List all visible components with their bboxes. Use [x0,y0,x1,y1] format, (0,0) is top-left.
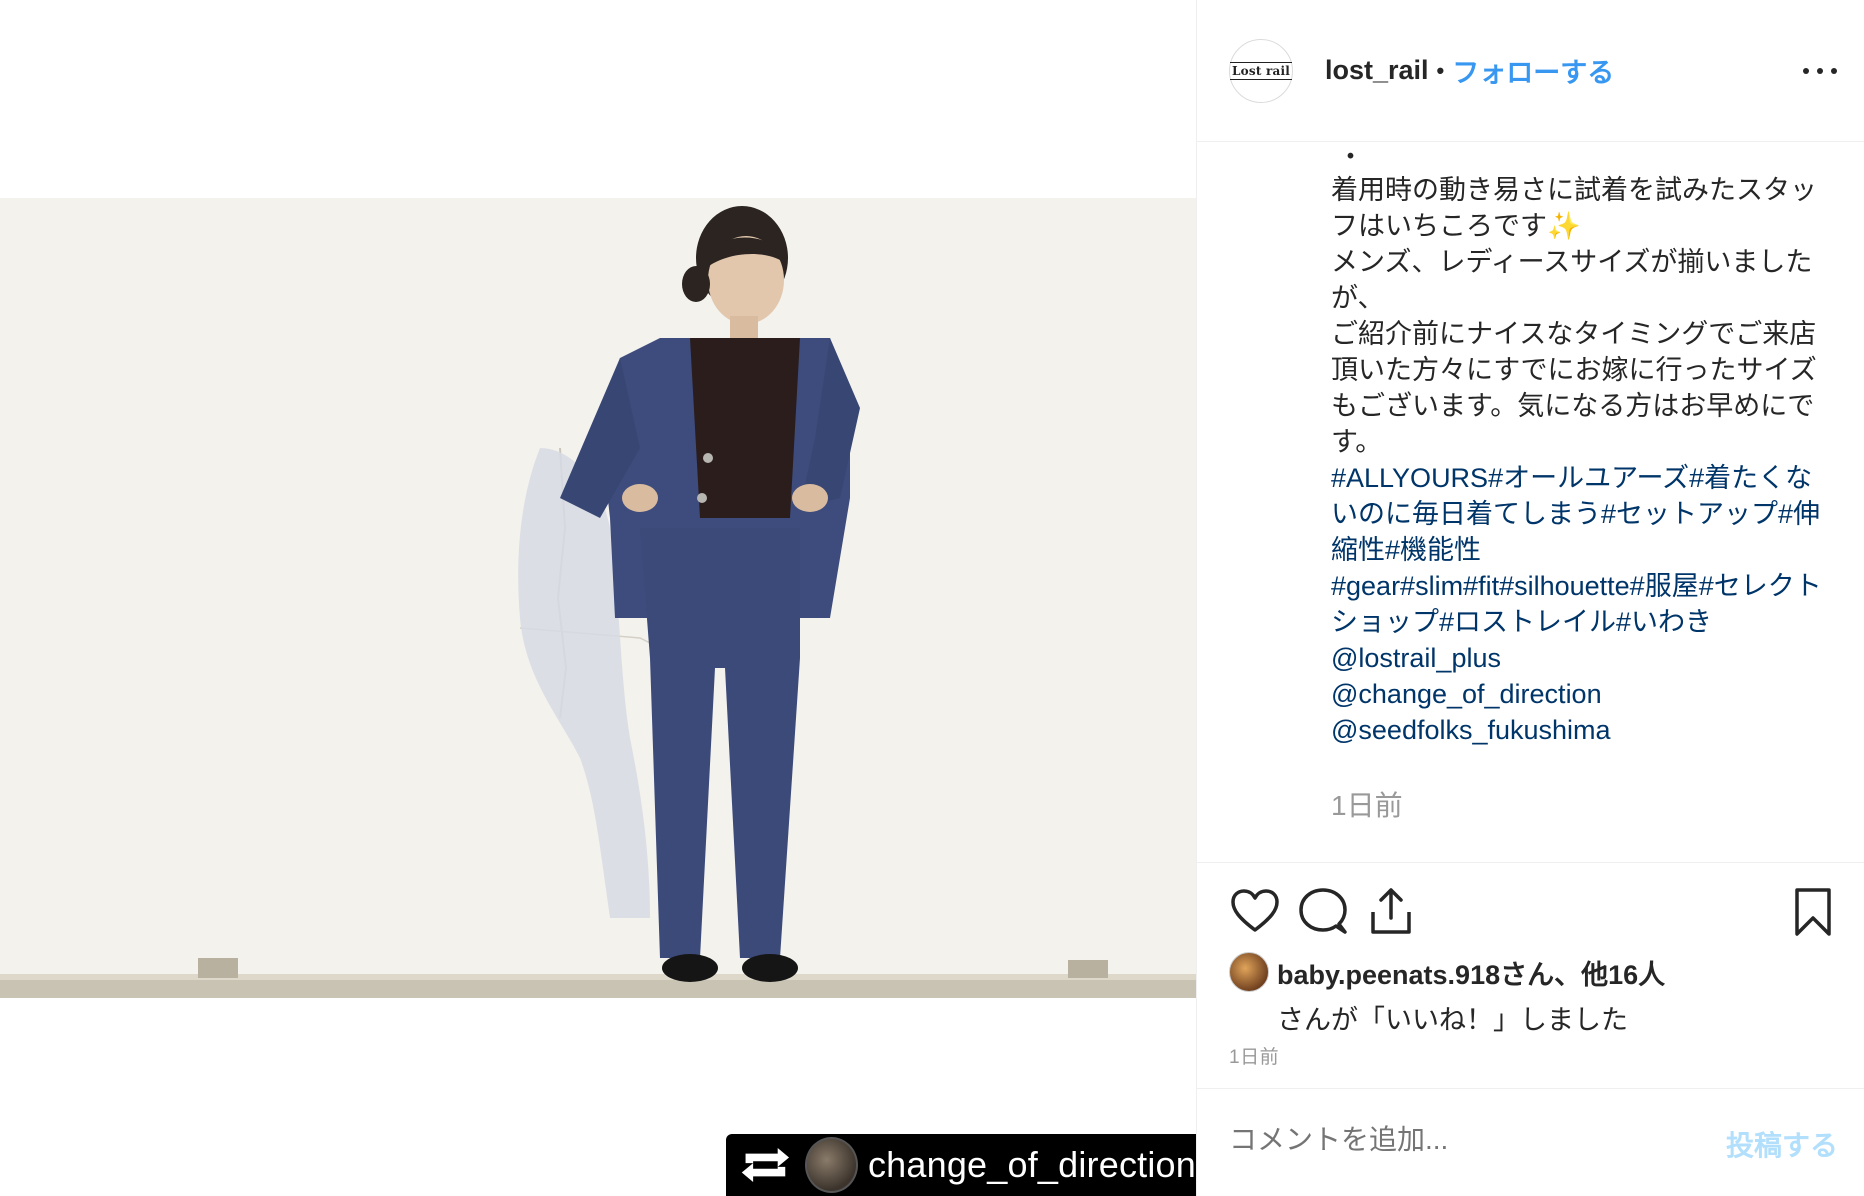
divider [1197,1088,1864,1089]
author-username[interactable]: lost_rail [1325,55,1429,86]
mention-link[interactable]: @lostrail_plus [1331,640,1831,676]
mention-link[interactable]: @change_of_direction [1331,676,1831,712]
more-options-icon[interactable] [1803,56,1837,86]
comment-icon[interactable] [1297,886,1349,938]
post-comment-button[interactable]: 投稿する [1726,1124,1838,1164]
author-avatar-logo: Lost rail [1230,61,1292,80]
follow-button[interactable]: フォローする [1452,51,1614,90]
heart-icon[interactable] [1229,886,1281,938]
likes-count-link[interactable]: baby.peenats.918さん、他16人 [1277,953,1665,992]
post-side-panel: Lost rail lost_rail • フォローする ・ 着用時の動き易さに… [1196,0,1864,1196]
liker-avatar[interactable] [1229,952,1269,992]
author-avatar[interactable]: Lost rail [1229,38,1293,103]
post-header: Lost rail lost_rail • フォローする [1197,0,1864,142]
caption-hashtags[interactable]: #ALLYOURS#オールユアーズ#着たくないのに毎日着てしまう#セットアップ#… [1331,460,1831,568]
caption-hashtags[interactable]: #gear#slim#fit#silhouette#服屋#セレクトショップ#ロス… [1331,568,1831,640]
header-separator: • [1436,57,1445,83]
share-icon[interactable] [1365,886,1417,938]
caption-timestamp: 1日前 [1331,790,1403,821]
post-photo[interactable] [0,198,1196,998]
caption-mentions: @lostrail_plus @change_of_direction @see… [1331,640,1831,748]
mention-link[interactable]: @seedfolks_fukushima [1331,712,1831,748]
caption-body: 着用時の動き易さに試着を試みたスタッフはいちころです✨ メンズ、レディースサイズ… [1331,175,1817,457]
comment-input[interactable] [1229,1124,1669,1156]
caption-bullet: ・ [1337,142,1364,172]
action-bar [1229,886,1839,938]
likes-text: さんが「いいね！」しました [1277,1005,1628,1035]
repost-avatar [804,1137,858,1193]
post-caption: ・ 着用時の動き易さに試着を試みたスタッフはいちころです✨ メンズ、レディースサ… [1331,142,1831,862]
likes-summary: baby.peenats.918さん、他16人 さんが「いいね！」しました [1229,952,1839,1037]
repost-icon [741,1147,790,1183]
bookmark-icon[interactable] [1787,886,1839,938]
repost-username: change_of_direction [867,1144,1196,1185]
repost-attribution[interactable]: change_of_direction [726,1134,1196,1196]
post-timestamp: 1日前 [1229,1047,1280,1068]
divider [1197,862,1864,863]
post-media[interactable]: change_of_direction [0,0,1196,1196]
